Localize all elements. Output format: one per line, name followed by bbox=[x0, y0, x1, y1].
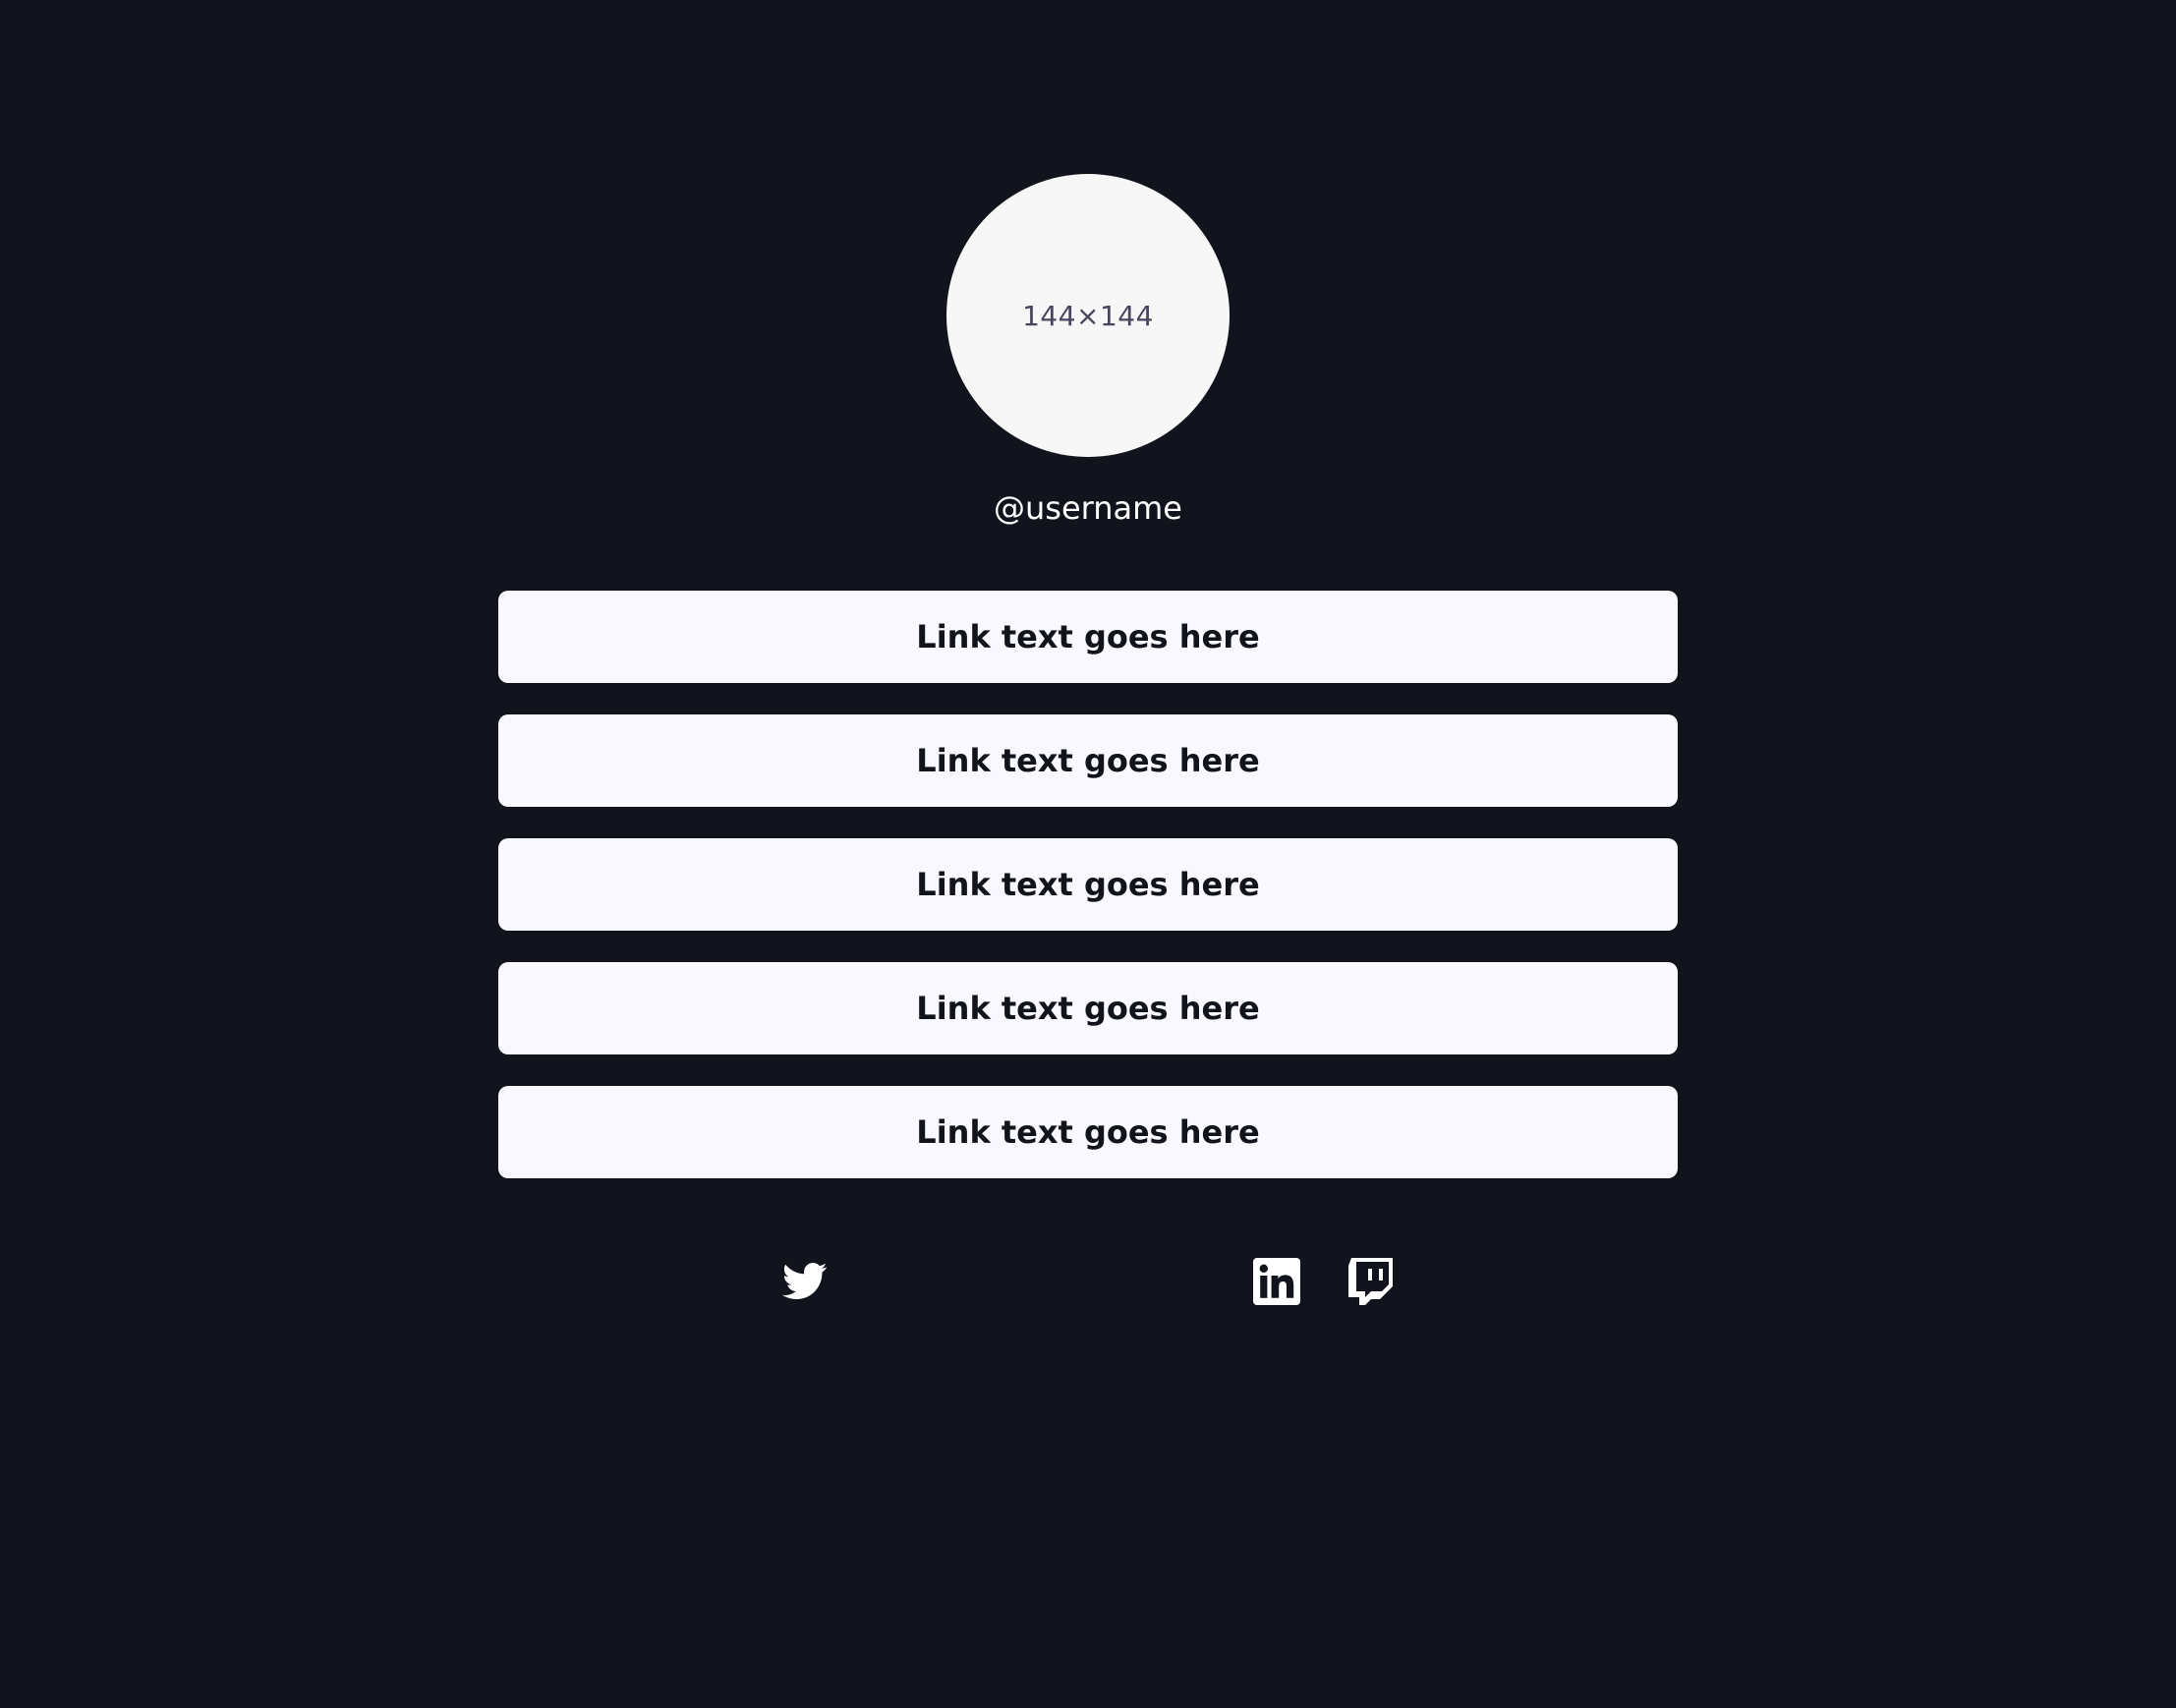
link-button-4[interactable]: Link text goes here bbox=[498, 962, 1678, 1054]
link-button-1[interactable]: Link text goes here bbox=[498, 591, 1678, 683]
link-label: Link text goes here bbox=[916, 990, 1260, 1027]
link-label: Link text goes here bbox=[916, 742, 1260, 779]
link-button-2[interactable]: Link text goes here bbox=[498, 714, 1678, 807]
link-button-3[interactable]: Link text goes here bbox=[498, 838, 1678, 931]
twitter-icon[interactable] bbox=[780, 1257, 830, 1306]
link-list: Link text goes here Link text goes here … bbox=[498, 591, 1678, 1210]
link-label: Link text goes here bbox=[916, 866, 1260, 903]
twitch-icon[interactable] bbox=[1346, 1257, 1396, 1306]
username: @username bbox=[994, 489, 1182, 527]
link-button-5[interactable]: Link text goes here bbox=[498, 1086, 1678, 1178]
link-label: Link text goes here bbox=[916, 618, 1260, 655]
link-label: Link text goes here bbox=[916, 1113, 1260, 1151]
avatar: 144×144 bbox=[946, 174, 1230, 457]
avatar-placeholder-label: 144×144 bbox=[1022, 299, 1154, 332]
linkedin-icon[interactable] bbox=[1252, 1257, 1301, 1306]
